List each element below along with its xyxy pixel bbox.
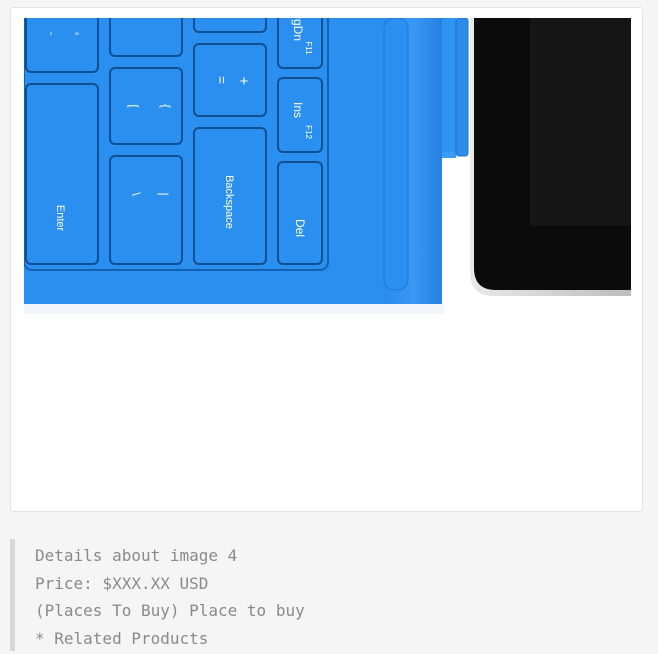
key-label-ins-fn: F12 bbox=[304, 125, 313, 139]
key-enter bbox=[25, 83, 99, 265]
key-label-pgdn: PgDn bbox=[291, 18, 305, 41]
key-backslash bbox=[109, 155, 183, 265]
image-card: Enter Backspace Del Ins F12 PgDn F11 = +… bbox=[10, 7, 643, 512]
details-price: Price: $XXX.XX USD bbox=[35, 573, 209, 593]
key-label-brace: { bbox=[159, 104, 173, 108]
details-places-to-buy: (Places To Buy) Place to buy bbox=[35, 601, 305, 620]
product-image: Enter Backspace Del Ins F12 PgDn F11 = +… bbox=[24, 18, 631, 314]
key-label-enter: Enter bbox=[54, 205, 66, 232]
key-label-pipe: | bbox=[157, 192, 171, 195]
details-title: Details about image 4 bbox=[35, 546, 238, 565]
image-details: Details about image 4 Price: $XXX.XX USD… bbox=[10, 539, 650, 651]
key-top-2 bbox=[193, 18, 267, 33]
key-label-equals: = bbox=[214, 76, 230, 84]
key-top-1 bbox=[109, 18, 183, 57]
key-label-plus: + bbox=[240, 73, 249, 90]
key-label-del: Del bbox=[293, 219, 307, 237]
key-del bbox=[277, 161, 323, 265]
details-related-products: * Related Products bbox=[35, 628, 209, 648]
tablet-screen bbox=[530, 18, 631, 226]
key-label-pgdn-fn: F11 bbox=[304, 41, 313, 55]
key-label-quote: " bbox=[75, 31, 79, 43]
key-label-backspace: Backspace bbox=[223, 175, 235, 229]
key-label-comma: ' bbox=[50, 31, 52, 43]
key-label-ins: Ins bbox=[291, 102, 305, 118]
key-quote bbox=[25, 18, 99, 73]
